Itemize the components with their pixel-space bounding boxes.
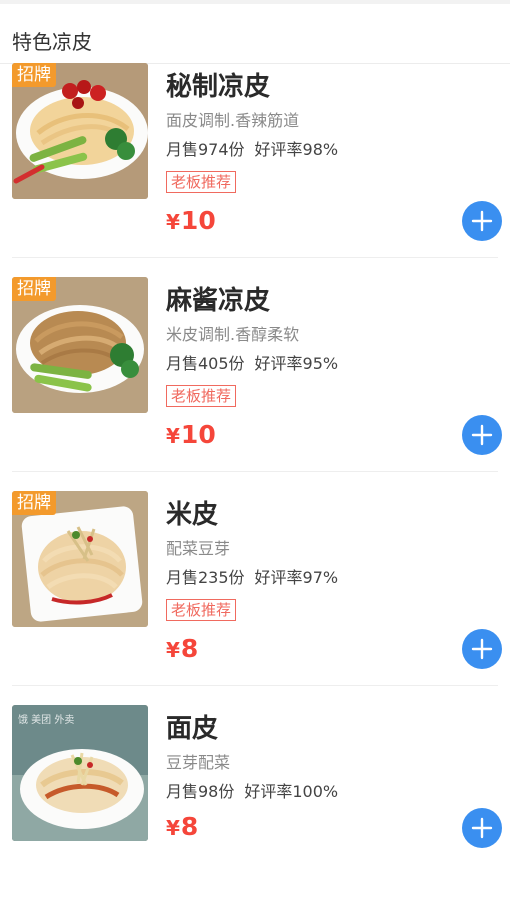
- price-value: 8: [180, 812, 199, 841]
- currency-symbol: ¥: [166, 424, 180, 448]
- add-to-cart-button[interactable]: [462, 201, 502, 241]
- currency-symbol: ¥: [166, 638, 180, 662]
- dish-image[interactable]: 招牌: [12, 277, 148, 413]
- price-value: 10: [180, 206, 216, 235]
- dish-image[interactable]: 招牌: [12, 63, 148, 199]
- dish-stats: 月售974份 好评率98%: [166, 136, 338, 160]
- currency-symbol: ¥: [166, 816, 180, 840]
- boss-recommend-tag: 老板推荐: [166, 385, 237, 407]
- boss-recommend-tag: 老板推荐: [166, 599, 237, 621]
- monthly-sales: 月售235份: [166, 568, 245, 587]
- dish-stats: 月售235份 好评率97%: [166, 564, 338, 588]
- platform-watermark: 饿 美团 外卖: [18, 715, 75, 726]
- dish-stats: 月售405份 好评率95%: [166, 350, 338, 374]
- plus-icon: [471, 817, 493, 839]
- plus-icon: [471, 638, 493, 660]
- dish-description: 面皮调制.香辣筋道: [166, 111, 300, 130]
- add-to-cart-button[interactable]: [462, 629, 502, 669]
- dish-description: 配菜豆芽: [166, 539, 231, 558]
- monthly-sales: 月售98份: [166, 782, 235, 801]
- add-to-cart-button[interactable]: [462, 808, 502, 848]
- positive-rating: 好评率98%: [254, 140, 339, 159]
- boss-recommend-tag: 老板推荐: [166, 171, 237, 193]
- menu-item[interactable]: 招牌 麻酱凉皮 米皮调制.香醇柔软 月售405份 好评率95% 老板推荐 ¥10: [0, 258, 510, 472]
- plus-icon: [471, 424, 493, 446]
- dish-name: 麻酱凉皮: [166, 286, 271, 316]
- price-value: 8: [180, 634, 199, 663]
- signature-badge: 招牌: [12, 277, 56, 301]
- dish-image[interactable]: 招牌: [12, 491, 148, 627]
- menu-item[interactable]: 招牌 米皮 配菜豆芽 月售235份 好评率97% 老板推荐 ¥8: [0, 472, 510, 686]
- dish-description: 豆芽配菜: [166, 753, 231, 772]
- plus-icon: [471, 210, 493, 232]
- dish-price: ¥10: [166, 206, 216, 235]
- signature-badge: 招牌: [12, 63, 56, 87]
- positive-rating: 好评率97%: [254, 568, 339, 587]
- monthly-sales: 月售974份: [166, 140, 245, 159]
- menu-item[interactable]: 饿 美团 外卖 面皮 豆芽配菜 月售98份 好评率100% ¥8: [0, 686, 510, 900]
- dish-image[interactable]: 饿 美团 外卖: [12, 705, 148, 841]
- dish-price: ¥8: [166, 812, 198, 841]
- positive-rating: 好评率100%: [244, 782, 339, 801]
- dish-description: 米皮调制.香醇柔软: [166, 325, 300, 344]
- dish-price: ¥8: [166, 634, 198, 663]
- menu-item[interactable]: 招牌 秘制凉皮 面皮调制.香辣筋道 月售974份 好评率98% 老板推荐 ¥10: [0, 44, 510, 258]
- add-to-cart-button[interactable]: [462, 415, 502, 455]
- dish-name: 米皮: [166, 500, 219, 530]
- dish-name: 面皮: [166, 714, 219, 744]
- currency-symbol: ¥: [166, 210, 180, 234]
- dish-price: ¥10: [166, 420, 216, 449]
- monthly-sales: 月售405份: [166, 354, 245, 373]
- positive-rating: 好评率95%: [254, 354, 339, 373]
- dish-stats: 月售98份 好评率100%: [166, 778, 338, 802]
- dish-name: 秘制凉皮: [166, 72, 271, 102]
- signature-badge: 招牌: [12, 491, 56, 515]
- price-value: 10: [180, 420, 216, 449]
